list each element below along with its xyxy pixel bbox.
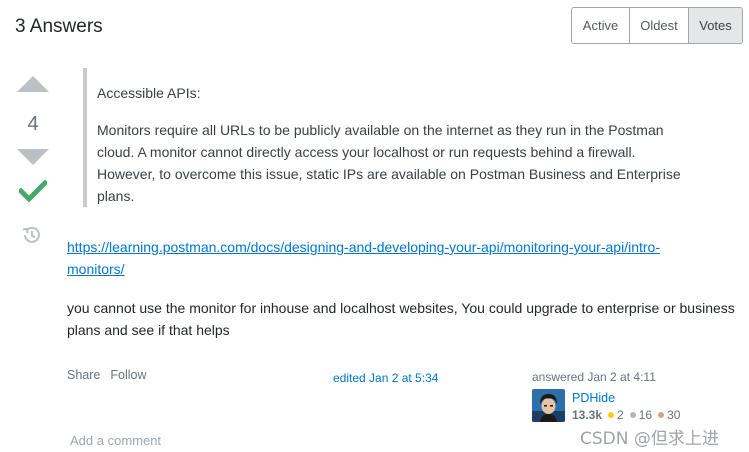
gold-badge-icon [608, 412, 615, 418]
reputation-score: 13.3k [572, 408, 603, 422]
user-card: answered Jan 2 at 4:11 PDHide 13.3k 2 16… [532, 370, 732, 422]
postman-docs-link[interactable]: https://learning.postman.com/docs/design… [67, 236, 717, 280]
csdn-watermark: CSDN @但求上进 [580, 429, 719, 449]
blockquote: Accessible APIs: Monitors require all UR… [83, 68, 703, 207]
answered-timestamp: answered Jan 2 at 4:11 [532, 370, 656, 384]
share-link[interactable]: Share [67, 368, 100, 382]
quote-body: Monitors require all URLs to be publicly… [97, 122, 681, 204]
accepted-checkmark-icon [19, 179, 47, 203]
downvote-arrow-icon[interactable] [17, 149, 49, 165]
quote-title: Accessible APIs: [97, 85, 201, 101]
answers-count-heading: 3 Answers [15, 16, 103, 37]
add-comment-link[interactable]: Add a comment [70, 433, 161, 448]
gold-badge-count: 2 [617, 408, 624, 422]
silver-badge-count: 16 [638, 408, 653, 422]
bronze-badge-icon [658, 412, 665, 418]
sort-tabs: Active Oldest Votes [571, 7, 743, 44]
post-menu: Share Follow [67, 368, 146, 382]
user-reputation: 13.3k 2 16 30 [572, 408, 680, 422]
edited-timestamp-link[interactable]: edited Jan 2 at 5:34 [333, 371, 438, 385]
follow-link[interactable]: Follow [110, 368, 146, 382]
user-name-link[interactable]: PDHide [572, 391, 615, 405]
history-icon[interactable] [22, 225, 42, 245]
sort-tab-votes[interactable]: Votes [689, 8, 742, 43]
silver-badge-icon [629, 412, 636, 418]
sort-tab-oldest[interactable]: Oldest [630, 8, 689, 43]
avatar[interactable] [532, 389, 565, 422]
upvote-arrow-icon[interactable] [17, 76, 49, 92]
vote-count: 4 [27, 113, 39, 135]
bronze-badge-count: 30 [667, 408, 681, 422]
answer-paragraph: you cannot use the monitor for inhouse a… [67, 300, 735, 338]
sort-tab-active[interactable]: Active [572, 8, 630, 43]
